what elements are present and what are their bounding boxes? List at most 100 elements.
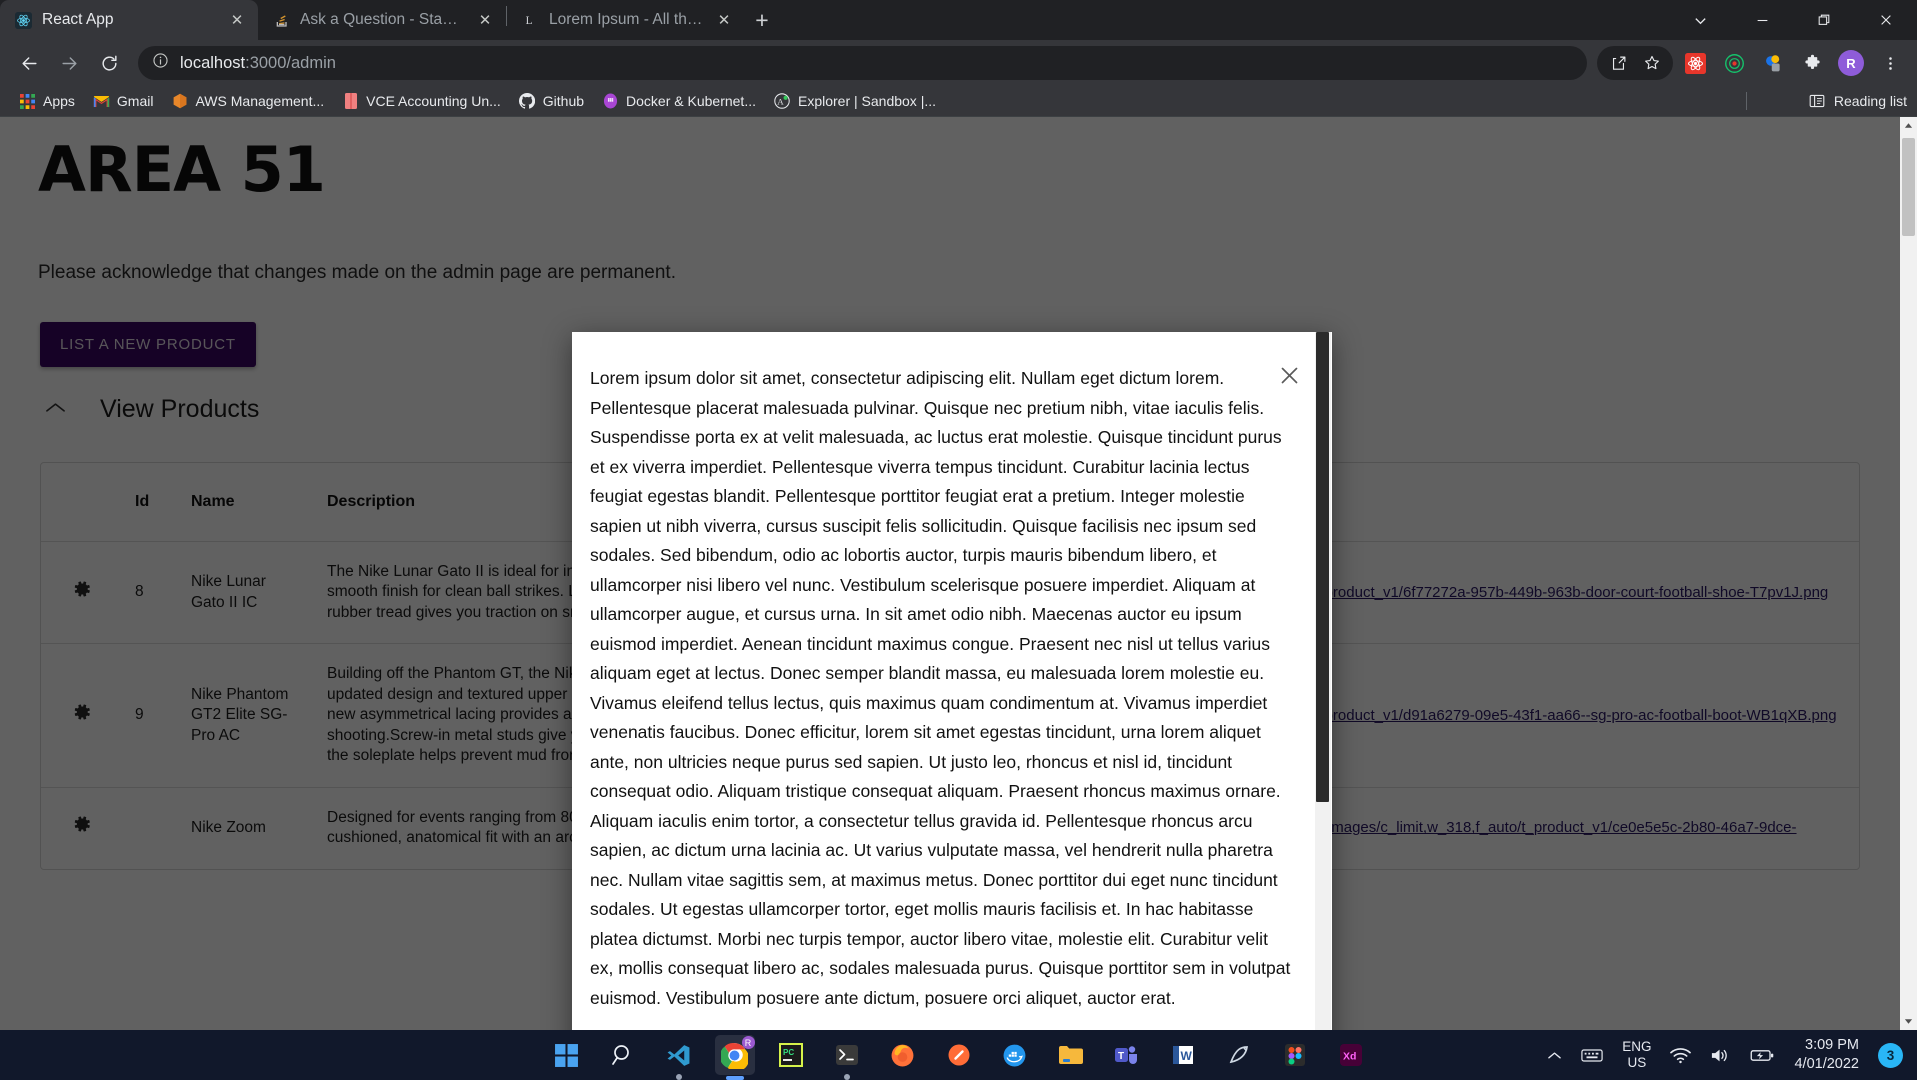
explorer-icon: A (774, 93, 791, 110)
bookmark-explorer[interactable]: A Explorer | Sandbox |... (765, 89, 945, 114)
svg-text:PC: PC (783, 1048, 794, 1057)
taskbar-adobe-xd[interactable]: Xd (1331, 1035, 1371, 1075)
back-button[interactable] (10, 44, 48, 82)
taskbar-firefox[interactable] (883, 1035, 923, 1075)
page-viewport: AREA 51 Please acknowledge that changes … (0, 117, 1917, 1030)
battery-charging-icon[interactable] (1750, 1048, 1775, 1063)
address-bar-url: localhost:3000/admin (180, 54, 336, 73)
tab-strip: React App ✕ Ask a Question - Stack Overf… (0, 0, 1917, 40)
language-indicator[interactable]: ENG US (1622, 1039, 1651, 1071)
minimize-button[interactable] (1731, 0, 1793, 40)
taskbar-teams[interactable]: T (1107, 1035, 1147, 1075)
modal-close-icon[interactable] (1276, 362, 1302, 388)
toolbar-icons: R (1597, 46, 1907, 80)
modal-scrollbar-thumb[interactable] (1316, 332, 1329, 802)
apps-grid-icon (19, 93, 36, 110)
taskbar-figma[interactable] (1275, 1035, 1315, 1075)
tab-close-icon[interactable]: ✕ (474, 9, 496, 31)
taskbar-file-explorer[interactable] (1051, 1035, 1091, 1075)
tab-close-icon[interactable]: ✕ (226, 9, 248, 31)
bookmark-label: VCE Accounting Un... (366, 93, 501, 109)
speaker-icon[interactable] (1710, 1047, 1731, 1064)
taskbar-word[interactable]: W (1163, 1035, 1203, 1075)
docker-icon (602, 93, 619, 110)
bookmark-vce[interactable]: VCE Accounting Un... (333, 89, 510, 114)
three-dot-menu-icon[interactable] (1873, 46, 1907, 80)
browser-toolbar: localhost:3000/admin R (0, 40, 1917, 86)
scrollbar-down-arrow-icon[interactable] (1900, 1013, 1917, 1030)
system-tray: ENG US 3:09 PM 4/01/2022 3 (1547, 1036, 1903, 1074)
bookmark-apps[interactable]: Apps (10, 89, 84, 114)
modal-text: Lorem ipsum dolor sit amet, consectetur … (590, 368, 1291, 1008)
modal-scrollbar-track[interactable] (1315, 332, 1331, 1030)
star-icon[interactable] (1635, 46, 1669, 80)
scrollbar-up-arrow-icon[interactable] (1900, 117, 1917, 134)
reload-button[interactable] (90, 44, 128, 82)
keyboard-icon[interactable] (1581, 1048, 1603, 1063)
tab-title: Ask a Question - Stack Overflow (300, 11, 465, 28)
tab-react-app[interactable]: React App ✕ (0, 0, 258, 40)
close-button[interactable] (1855, 0, 1917, 40)
svg-text:Xd: Xd (1343, 1051, 1356, 1063)
react-devtools-icon[interactable] (1678, 46, 1712, 80)
tab-title: React App (42, 11, 114, 28)
clock-date: 4/01/2022 (1794, 1056, 1859, 1072)
taskbar-chrome[interactable]: R (714, 1035, 755, 1080)
react-icon (14, 11, 33, 30)
admin-page: AREA 51 Please acknowledge that changes … (0, 117, 1900, 1030)
forward-button[interactable] (50, 44, 88, 82)
reading-list-button[interactable]: Reading list (1795, 93, 1907, 110)
modal-body: Lorem ipsum dolor sit amet, consectetur … (572, 332, 1332, 1030)
wifi-icon[interactable] (1670, 1047, 1692, 1064)
bookmark-label: Apps (43, 93, 75, 109)
page-scrollbar-thumb[interactable] (1902, 138, 1915, 236)
clock-time: 3:09 PM (1805, 1037, 1859, 1053)
puzzle-extensions-icon[interactable] (1795, 46, 1829, 80)
url-path: :3000/admin (245, 53, 336, 72)
bookmark-docker[interactable]: Docker & Kubernet... (593, 89, 765, 114)
taskbar-pycharm[interactable]: PC (771, 1035, 811, 1075)
taskbar-sketch[interactable] (1219, 1035, 1259, 1075)
taskbar-vscode[interactable] (659, 1035, 699, 1080)
svg-text:W: W (1180, 1049, 1192, 1063)
clock[interactable]: 3:09 PM 4/01/2022 (1794, 1036, 1859, 1074)
bookmark-gmail[interactable]: Gmail (84, 89, 163, 114)
taskbar-apps: R PC T W Xd (547, 1035, 1371, 1080)
url-host: localhost (180, 53, 246, 72)
info-circle-icon[interactable] (152, 52, 169, 74)
language-line1: ENG (1622, 1039, 1652, 1054)
tab-search-chevron-icon[interactable] (1669, 0, 1731, 40)
lipsum-icon: L (521, 11, 540, 30)
tab-close-icon[interactable]: ✕ (713, 9, 735, 31)
tab-lorem-ipsum[interactable]: L Lorem Ipsum - All the facts - Lips ✕ (507, 0, 745, 40)
search-button[interactable] (603, 1035, 643, 1075)
bookmarks-divider (1746, 92, 1747, 110)
taskbar-docker[interactable] (995, 1035, 1035, 1075)
tab-title: Lorem Ipsum - All the facts - Lips (549, 11, 704, 28)
taskbar-postman[interactable] (939, 1035, 979, 1075)
new-tab-button[interactable]: + (745, 3, 779, 37)
reading-list-label: Reading list (1833, 93, 1907, 109)
share-bookmark-pill (1597, 46, 1673, 80)
maximize-button[interactable] (1793, 0, 1855, 40)
page-scrollbar-track[interactable] (1900, 117, 1917, 1030)
profile-avatar[interactable]: R (1834, 46, 1868, 80)
start-button[interactable] (547, 1035, 587, 1075)
extension-colorzilla-icon[interactable] (1756, 46, 1790, 80)
bookmark-github[interactable]: Github (510, 89, 593, 114)
taskbar-terminal[interactable] (827, 1035, 867, 1080)
active-indicator (725, 1076, 744, 1080)
vce-icon (342, 93, 359, 110)
notification-badge[interactable]: 3 (1878, 1042, 1903, 1068)
window-controls (1669, 0, 1917, 40)
language-line2: US (1627, 1055, 1647, 1070)
bookmark-aws[interactable]: AWS Management... (162, 89, 333, 114)
tab-stack-overflow[interactable]: Ask a Question - Stack Overflow ✕ (258, 0, 506, 40)
svg-text:T: T (1118, 1051, 1124, 1062)
tray-chevron-up-icon[interactable] (1547, 1050, 1562, 1060)
lorem-ipsum-modal: Lorem ipsum dolor sit amet, consectetur … (572, 332, 1332, 1030)
extension-orbit-icon[interactable] (1717, 46, 1751, 80)
address-bar[interactable]: localhost:3000/admin (138, 46, 1587, 80)
share-icon[interactable] (1601, 46, 1635, 80)
running-indicator (843, 1074, 850, 1080)
